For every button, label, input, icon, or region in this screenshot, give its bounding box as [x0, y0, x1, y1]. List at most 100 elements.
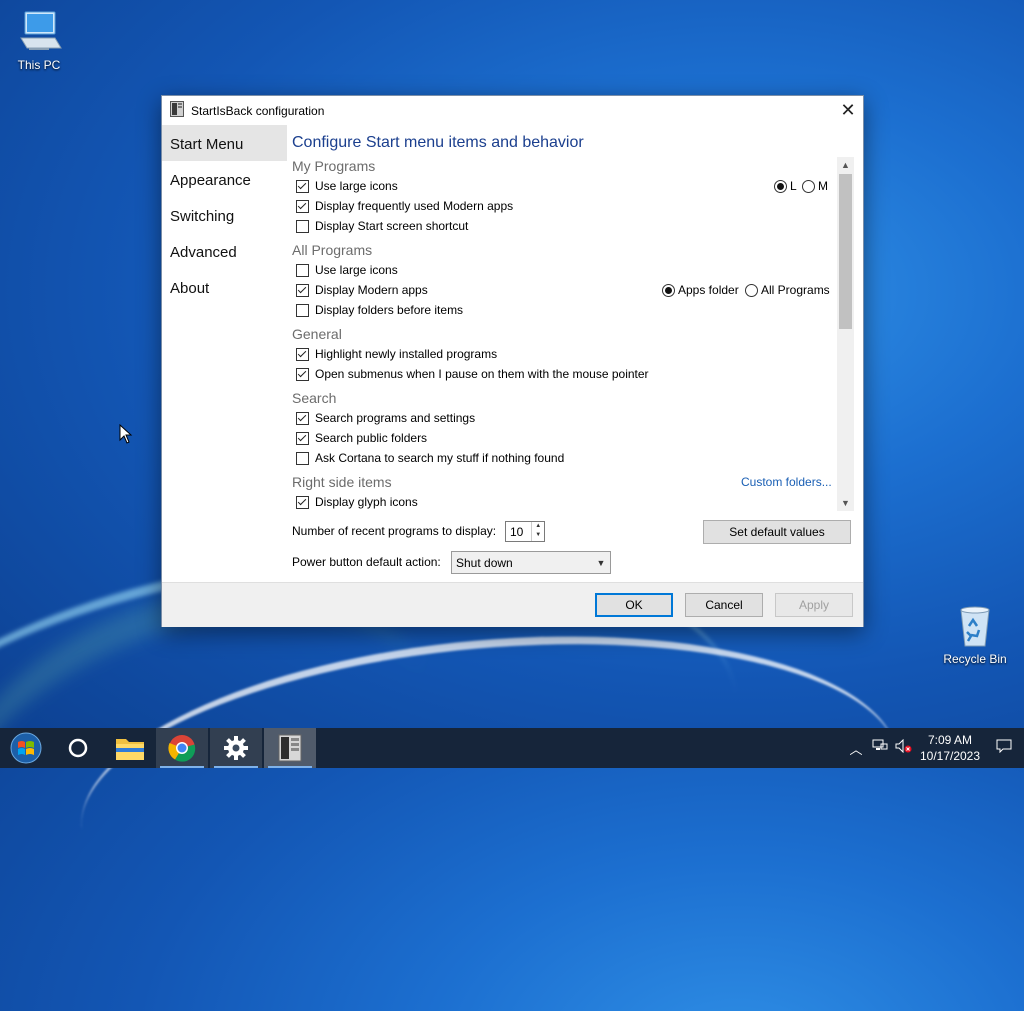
power-button-value: Shut down: [456, 555, 513, 570]
checkbox-frequent-modern-apps[interactable]: Display frequently used Modern apps: [296, 197, 513, 215]
checkbox-box: [296, 411, 309, 425]
taskbar-clock[interactable]: 7:09 AM 10/17/2023: [916, 732, 984, 764]
page-title: Configure Start menu items and behavior: [292, 134, 584, 151]
checkbox-label: Ask Cortana to search my stuff if nothin…: [315, 451, 565, 465]
checkbox-label: Highlight newly installed programs: [315, 347, 498, 361]
checkbox-label: Display frequently used Modern apps: [315, 199, 514, 213]
section-heading-all-programs: All Programs: [292, 242, 373, 258]
checkbox-box: [296, 431, 309, 445]
recent-programs-spinner[interactable]: 10 ▲ ▼: [505, 521, 545, 542]
scroll-up-icon[interactable]: ▲: [837, 157, 854, 173]
section-heading-my-programs: My Programs: [292, 158, 376, 174]
radio-dot: [774, 179, 787, 193]
taskbar-file-explorer[interactable]: [104, 728, 156, 768]
nav-item-about[interactable]: About: [162, 269, 287, 305]
system-tray: ︿ 7:09 AM 10/17/2023: [844, 728, 1024, 768]
radio-label: Apps folder: [678, 283, 739, 297]
radio-label: L: [790, 179, 797, 193]
spin-up-icon[interactable]: ▲: [532, 522, 544, 531]
section-heading-general: General: [292, 326, 342, 342]
checkbox-display-modern-apps[interactable]: Display Modern apps: [296, 281, 428, 299]
checkbox-folders-before-items[interactable]: Display folders before items: [296, 301, 463, 319]
radio-apps-folder[interactable]: Apps folder: [662, 283, 739, 297]
clock-time: 7:09 AM: [927, 733, 973, 747]
checkbox-box: [296, 303, 309, 317]
clock-date: 10/17/2023: [919, 749, 981, 763]
checkbox-label: Open submenus when I pause on them with …: [315, 367, 649, 381]
checkbox-ask-cortana[interactable]: Ask Cortana to search my stuff if nothin…: [296, 449, 564, 467]
scrollbar-thumb[interactable]: [839, 174, 852, 329]
radio-size-l[interactable]: L: [774, 179, 797, 193]
chrome-icon: [168, 735, 196, 762]
section-heading-right-side-items: Right side items: [292, 474, 392, 490]
network-icon[interactable]: [868, 739, 892, 757]
window-title: StartIsBack configuration: [191, 103, 325, 118]
close-button[interactable]: ✕: [833, 96, 863, 125]
title-bar[interactable]: StartIsBack configuration: [162, 96, 863, 125]
radio-all-programs[interactable]: All Programs: [745, 283, 830, 297]
settings-icon: [224, 736, 248, 760]
desktop-icon-label: This PC: [17, 58, 61, 72]
desktop-icon-recycle-bin[interactable]: Recycle Bin: [939, 602, 1011, 666]
checkbox-search-programs-settings[interactable]: Search programs and settings: [296, 409, 475, 427]
recent-programs-value[interactable]: 10: [506, 525, 531, 539]
settings-content: Configure Start menu items and behavior …: [292, 125, 858, 582]
options-scrollbar[interactable]: ▲ ▼: [837, 157, 854, 511]
desktop-icon-this-pc[interactable]: This PC: [3, 8, 75, 72]
cancel-button[interactable]: Cancel: [685, 593, 763, 617]
file-explorer-icon: [116, 739, 144, 760]
nav-item-start-menu[interactable]: Start Menu: [162, 125, 287, 161]
checkbox-box: [296, 495, 309, 509]
checkbox-box: [296, 283, 309, 297]
nav-item-switching[interactable]: Switching: [162, 197, 287, 233]
radio-label: M: [818, 179, 828, 193]
checkbox-label: Display folders before items: [315, 303, 464, 317]
checkbox-label: Search programs and settings: [315, 411, 476, 425]
nav-item-appearance[interactable]: Appearance: [162, 161, 287, 197]
radio-dot: [745, 283, 758, 297]
set-default-values-button[interactable]: Set default values: [703, 520, 851, 544]
action-center-icon[interactable]: [984, 739, 1024, 757]
checkbox-label: Use large icons: [315, 263, 398, 277]
section-heading-search: Search: [292, 390, 337, 406]
dialog-footer: OK Cancel Apply: [162, 582, 863, 627]
desktop-icon-label: Recycle Bin: [943, 652, 1007, 666]
scroll-down-icon[interactable]: ▼: [837, 495, 854, 511]
taskbar-chrome[interactable]: [156, 728, 208, 768]
checkbox-highlight-new-programs[interactable]: Highlight newly installed programs: [296, 345, 497, 363]
power-button-select[interactable]: Shut down ▼: [451, 551, 611, 574]
apply-button[interactable]: Apply: [775, 593, 853, 617]
checkbox-all-programs-large-icons[interactable]: Use large icons: [296, 261, 398, 279]
spin-down-icon[interactable]: ▼: [532, 531, 544, 540]
checkbox-search-public-folders[interactable]: Search public folders: [296, 429, 427, 447]
ok-button[interactable]: OK: [595, 593, 673, 617]
checkbox-my-programs-large-icons[interactable]: Use large icons: [296, 177, 398, 195]
checkbox-open-submenus-on-hover[interactable]: Open submenus when I pause on them with …: [296, 365, 649, 383]
volume-muted-icon[interactable]: [892, 738, 916, 757]
settings-nav: Start Menu Appearance Switching Advanced…: [162, 125, 287, 582]
nav-item-advanced[interactable]: Advanced: [162, 233, 287, 269]
app-icon: [170, 101, 184, 120]
radio-size-m[interactable]: M: [802, 179, 828, 193]
checkbox-label: Display glyph icons: [315, 495, 418, 509]
checkbox-box: [296, 219, 309, 233]
cortana-button[interactable]: [52, 728, 104, 768]
radio-dot: [802, 179, 815, 193]
custom-folders-link[interactable]: Custom folders...: [741, 475, 832, 489]
taskbar-startisback-config[interactable]: [264, 728, 316, 768]
chevron-down-icon: ▼: [596, 557, 606, 568]
start-button[interactable]: [0, 728, 52, 768]
checkbox-box: [296, 451, 309, 465]
checkbox-label: Display Start screen shortcut: [315, 219, 469, 233]
checkbox-start-screen-shortcut[interactable]: Display Start screen shortcut: [296, 217, 468, 235]
wallpaper-swoosh-light: [68, 604, 912, 984]
taskbar-settings[interactable]: [210, 728, 262, 768]
radio-label: All Programs: [761, 283, 830, 297]
recent-programs-label: Number of recent programs to display:: [292, 524, 497, 538]
checkbox-label: Use large icons: [315, 179, 398, 193]
show-hidden-icons-chevron-up-icon[interactable]: ︿: [844, 739, 868, 758]
taskbar: ︿ 7:09 AM 10/17/2023: [0, 728, 1024, 768]
checkbox-display-glyph-icons[interactable]: Display glyph icons: [296, 493, 418, 511]
checkbox-box: [296, 367, 309, 381]
mouse-cursor-icon: [119, 424, 133, 444]
